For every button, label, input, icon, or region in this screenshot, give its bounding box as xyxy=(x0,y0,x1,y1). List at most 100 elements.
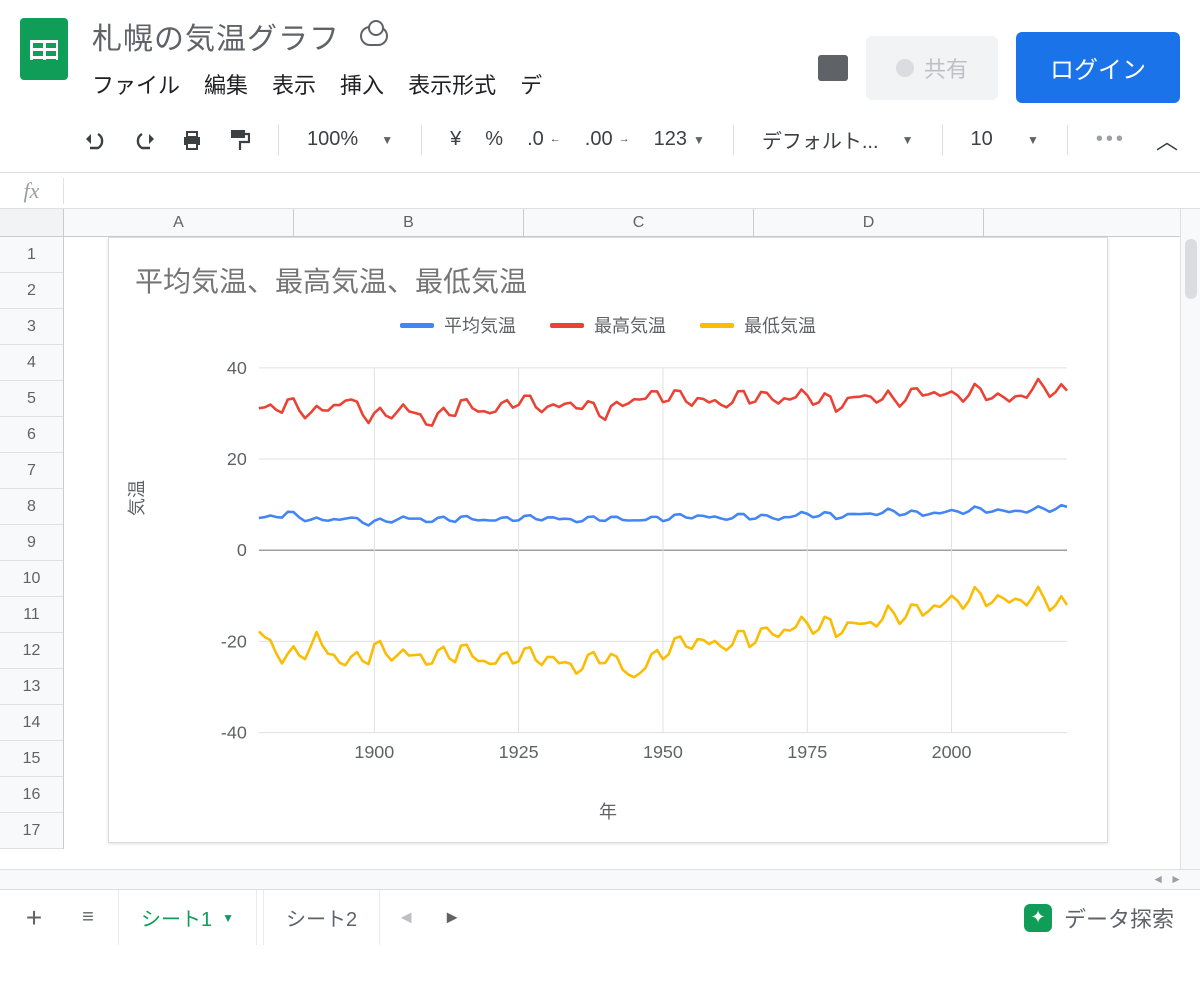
row-header[interactable]: 2 xyxy=(0,273,63,309)
font-family-select[interactable]: デフォルト... ▼ xyxy=(752,121,924,158)
sheet-tab-label: シート1 xyxy=(141,903,212,932)
chevron-down-icon: ▼ xyxy=(902,133,914,147)
share-label: 共有 xyxy=(924,52,968,84)
vertical-scrollbar-thumb[interactable] xyxy=(1185,239,1197,299)
all-sheets-button[interactable]: ≡ xyxy=(64,906,112,929)
row-header[interactable]: 14 xyxy=(0,705,63,741)
numfmt-label: 123 xyxy=(654,128,687,151)
sheet-tab-2[interactable]: シート2 xyxy=(263,890,380,945)
row-header[interactable]: 16 xyxy=(0,777,63,813)
font-size-select[interactable]: 10 ▼ xyxy=(961,124,1049,155)
col-header[interactable]: B xyxy=(294,209,524,236)
cloud-saved-icon xyxy=(360,26,388,46)
font-size-value: 10 xyxy=(971,128,993,151)
row-header[interactable]: 8 xyxy=(0,489,63,525)
menu-data[interactable]: デ xyxy=(520,68,542,100)
menu-file[interactable]: ファイル xyxy=(92,68,180,100)
sheet-grid[interactable]: A B C D 1234567891011121314151617 平均気温、最… xyxy=(0,209,1200,869)
collapse-toolbar-button[interactable]: ︿ xyxy=(1156,124,1178,156)
col-header[interactable]: A xyxy=(64,209,294,236)
add-sheet-button[interactable]: + xyxy=(10,902,58,934)
explore-icon: ✦ xyxy=(1024,904,1052,932)
legend-label: 最低気温 xyxy=(744,312,816,338)
svg-text:0: 0 xyxy=(237,540,247,560)
tab-scroll-right[interactable]: ► xyxy=(432,907,472,928)
scroll-right-icon[interactable]: ► xyxy=(1170,872,1182,886)
menu-edit[interactable]: 編集 xyxy=(204,68,248,100)
row-header[interactable]: 10 xyxy=(0,561,63,597)
menu-insert[interactable]: 挿入 xyxy=(340,68,384,100)
explore-label: データ探索 xyxy=(1064,902,1174,934)
chevron-down-icon: ▼ xyxy=(381,133,393,147)
comments-icon[interactable] xyxy=(818,55,848,81)
number-format-select[interactable]: 123 ▼ xyxy=(644,124,715,155)
row-header[interactable]: 15 xyxy=(0,741,63,777)
tab-scroll-left[interactable]: ◄ xyxy=(386,907,426,928)
chevron-down-icon: ▼ xyxy=(1027,133,1039,147)
x-axis-label: 年 xyxy=(109,798,1107,824)
sheet-tab-label: シート2 xyxy=(286,903,357,932)
svg-text:-20: -20 xyxy=(221,631,247,651)
svg-text:1975: 1975 xyxy=(787,742,827,762)
row-header[interactable]: 5 xyxy=(0,381,63,417)
legend-swatch xyxy=(700,323,734,328)
row-header[interactable]: 13 xyxy=(0,669,63,705)
sheets-logo[interactable] xyxy=(20,18,68,80)
font-label: デフォルト... xyxy=(762,125,879,154)
svg-text:1900: 1900 xyxy=(354,742,394,762)
legend-swatch xyxy=(550,323,584,328)
fx-icon: fx xyxy=(0,178,64,204)
col-header[interactable]: C xyxy=(524,209,754,236)
sheet-tab-1[interactable]: シート1 ▼ xyxy=(118,890,257,945)
undo-button[interactable] xyxy=(74,126,118,154)
chevron-down-icon: ▼ xyxy=(222,911,234,925)
select-all-corner[interactable] xyxy=(0,209,64,236)
horizontal-scrollbar[interactable]: ◄ ► xyxy=(0,869,1200,889)
row-header[interactable]: 11 xyxy=(0,597,63,633)
legend-label: 平均気温 xyxy=(444,312,516,338)
person-icon xyxy=(896,59,914,77)
row-header[interactable]: 4 xyxy=(0,345,63,381)
share-button[interactable]: 共有 xyxy=(866,36,998,100)
paint-format-button[interactable] xyxy=(218,124,260,156)
menu-format[interactable]: 表示形式 xyxy=(408,68,496,100)
dec-inc-label: .00 xyxy=(585,128,613,151)
row-header[interactable]: 1 xyxy=(0,237,63,273)
increase-decimal-button[interactable]: .00→ xyxy=(575,124,640,155)
more-toolbar-button[interactable]: ••• xyxy=(1086,124,1136,155)
svg-text:1950: 1950 xyxy=(643,742,683,762)
decrease-decimal-button[interactable]: .0← xyxy=(517,124,571,155)
chevron-down-icon: ▼ xyxy=(693,133,705,147)
chart-title: 平均気温、最高気温、最低気温 xyxy=(109,238,1107,306)
row-header[interactable]: 6 xyxy=(0,417,63,453)
login-button[interactable]: ログイン xyxy=(1016,32,1180,103)
menu-bar: ファイル 編集 表示 挿入 表示形式 デ xyxy=(92,68,818,100)
y-axis-label: 気温 xyxy=(123,480,149,516)
embedded-chart[interactable]: 平均気温、最高気温、最低気温 平均気温 最高気温 最低気温 気温 年 -40 -2… xyxy=(108,237,1108,843)
menu-view[interactable]: 表示 xyxy=(272,68,316,100)
col-header[interactable]: D xyxy=(754,209,984,236)
row-header[interactable]: 7 xyxy=(0,453,63,489)
print-button[interactable] xyxy=(170,125,214,155)
document-title[interactable]: 札幌の気温グラフ xyxy=(92,14,340,58)
svg-text:2000: 2000 xyxy=(932,742,972,762)
svg-text:20: 20 xyxy=(227,449,247,469)
scroll-left-icon[interactable]: ◄ xyxy=(1152,872,1164,886)
toolbar: 100% ▼ ¥ % .0← .00→ 123 ▼ デフォルト... ▼ 10 ▼… xyxy=(0,103,1200,173)
format-percent-button[interactable]: % xyxy=(475,124,513,155)
svg-text:40: 40 xyxy=(227,358,247,378)
legend-swatch xyxy=(400,323,434,328)
format-currency-button[interactable]: ¥ xyxy=(440,124,471,155)
row-header[interactable]: 3 xyxy=(0,309,63,345)
legend-label: 最高気温 xyxy=(594,312,666,338)
dec-dec-label: .0 xyxy=(527,128,544,151)
row-header[interactable]: 17 xyxy=(0,813,63,849)
svg-text:-40: -40 xyxy=(221,723,247,743)
row-header[interactable]: 12 xyxy=(0,633,63,669)
row-header[interactable]: 9 xyxy=(0,525,63,561)
explore-button[interactable]: ✦ データ探索 xyxy=(1024,902,1190,934)
chart-legend: 平均気温 最高気温 最低気温 xyxy=(109,306,1107,342)
svg-text:1925: 1925 xyxy=(499,742,539,762)
redo-button[interactable] xyxy=(122,126,166,154)
zoom-select[interactable]: 100% ▼ xyxy=(297,124,403,155)
